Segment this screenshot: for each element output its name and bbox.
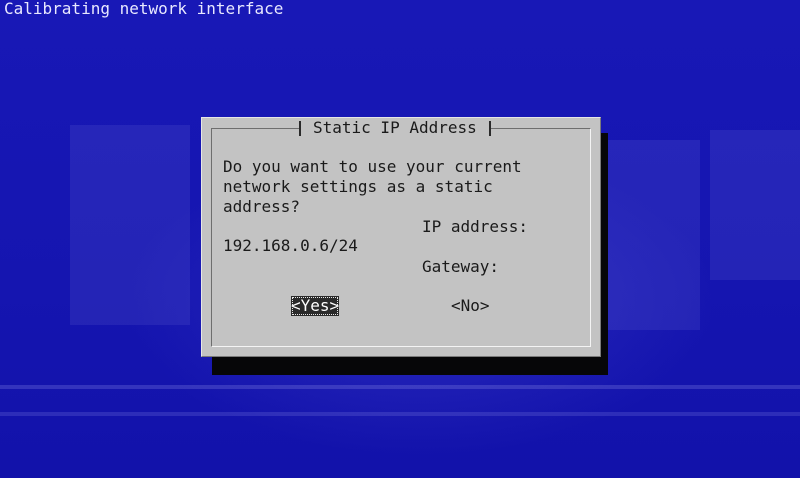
ip-address-label: IP address:	[422, 217, 528, 236]
dialog-prompt-line: Do you want to use your current	[223, 157, 522, 176]
gateway-label: Gateway:	[422, 257, 500, 276]
no-button[interactable]: <No>	[451, 296, 490, 316]
background-band	[0, 385, 800, 389]
background-shape	[70, 125, 190, 325]
static-ip-dialog: Static IP Address Do you want to use you…	[201, 117, 601, 357]
dialog-title: Static IP Address	[299, 118, 491, 138]
dialog-prompt-line: network settings as a static	[223, 177, 493, 196]
dialog-prompt-line: address?	[223, 197, 301, 216]
ip-address-value: 192.168.0.6/24	[223, 236, 358, 255]
background-shape	[710, 130, 800, 280]
background-band	[0, 412, 800, 416]
yes-button[interactable]: <Yes>	[291, 296, 340, 316]
screen-title: Calibrating network interface	[4, 0, 284, 18]
